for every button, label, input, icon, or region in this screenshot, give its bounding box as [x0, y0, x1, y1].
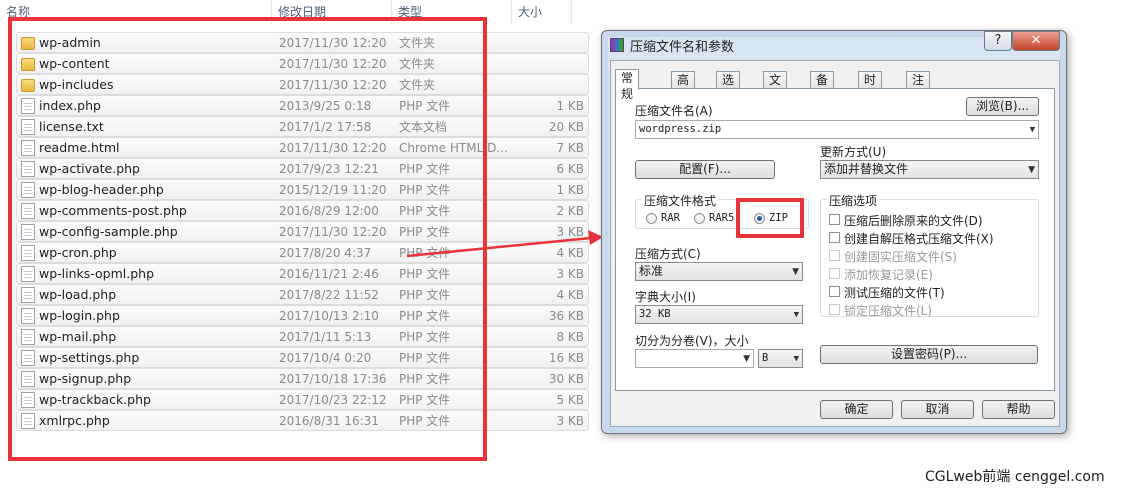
checkbox [829, 304, 840, 315]
checkbox-label: 锁定压缩文件(L) [844, 304, 933, 318]
file-size: 4 KB [556, 288, 584, 302]
file-size: 30 KB [548, 372, 584, 386]
checkbox-label: 测试压缩的文件(T) [844, 286, 945, 300]
options-group: 压缩选项 压缩后删除原来的文件(D) 创建自解压格式压缩文件(X) 创建固实压缩… [820, 192, 1039, 318]
watermark-text: CGLweb前端 cenggel.com [925, 469, 1105, 485]
archive-name-value: wordpress.zip [639, 123, 722, 135]
profiles-button[interactable]: 配置(F)... [635, 160, 775, 179]
winrar-icon [610, 38, 624, 52]
checkbox [829, 286, 840, 297]
archive-dialog: 压缩文件名和参数 ? ✕ 常规 高级 选项 文件 备份 时间 注释 压缩文件名(… [601, 30, 1067, 434]
file-size: 5 KB [556, 393, 584, 407]
file-size: 20 KB [548, 120, 584, 134]
set-password-button[interactable]: 设置密码(P)... [820, 345, 1038, 364]
method-label: 压缩方式(C) [635, 247, 701, 261]
chevron-down-icon: ▼ [1028, 165, 1035, 175]
archive-name-field[interactable]: wordpress.zip ▼ [635, 120, 1039, 139]
file-size: 7 KB [556, 141, 584, 155]
ok-button[interactable]: 确定 [820, 400, 893, 419]
tab-time[interactable]: 时间 [858, 71, 883, 103]
checkbox [829, 232, 840, 243]
file-size: 3 KB [556, 414, 584, 428]
options-group-title: 压缩选项 [827, 192, 880, 209]
column-header-size[interactable]: 大小 [512, 0, 572, 24]
file-size: 3 KB [556, 267, 584, 281]
general-tab-panel: 压缩文件名(A) 浏览(B)... wordpress.zip ▼ 更新方式(U… [615, 88, 1055, 391]
file-size: 36 KB [548, 309, 584, 323]
chevron-down-icon: ▼ [1029, 125, 1035, 135]
split-size-field[interactable]: ▼ [635, 349, 754, 368]
method-select[interactable]: 标准 ▼ [635, 262, 803, 281]
radio-label: RAR [661, 212, 680, 224]
dictionary-select[interactable]: 32 KB ▼ [635, 305, 803, 324]
tab-general[interactable]: 常规 [615, 69, 640, 101]
radio-dot [646, 213, 657, 224]
checkbox [829, 268, 840, 279]
split-unit-select[interactable]: B ▼ [758, 349, 803, 368]
tab-backup[interactable]: 备份 [810, 71, 835, 103]
checkbox-label: 压缩后删除原来的文件(D) [844, 214, 983, 228]
radio-dot [694, 213, 705, 224]
arrow-annotation [406, 230, 603, 258]
file-size: 16 KB [548, 351, 584, 365]
split-label: 切分为分卷(V)，大小 [635, 334, 749, 348]
dialog-titlebar[interactable]: 压缩文件名和参数 ? ✕ [602, 31, 1066, 59]
dictionary-value: 32 KB [639, 308, 671, 320]
chevron-down-icon: ▼ [793, 354, 799, 364]
tab-comment[interactable]: 注释 [906, 71, 931, 103]
checkbox [829, 214, 840, 225]
tab-files[interactable]: 文件 [763, 71, 788, 103]
checkbox [829, 250, 840, 261]
split-unit-value: B [762, 352, 769, 364]
chevron-down-icon: ▼ [792, 267, 799, 277]
chevron-down-icon: ▼ [743, 354, 750, 364]
method-value: 标准 [639, 264, 664, 278]
cancel-button[interactable]: 取消 [901, 400, 974, 419]
dialog-client: 常规 高级 选项 文件 备份 时间 注释 压缩文件名(A) 浏览(B)... w… [610, 60, 1060, 427]
titlebar-help-button[interactable]: ? [984, 31, 1012, 51]
file-size: 1 KB [556, 183, 584, 197]
chevron-down-icon: ▼ [793, 310, 799, 320]
archive-name-label: 压缩文件名(A) [635, 104, 713, 118]
file-size: 6 KB [556, 162, 584, 176]
highlight-box-zip [736, 198, 804, 238]
help-button[interactable]: 帮助 [982, 400, 1055, 419]
checkbox-label: 创建自解压格式压缩文件(X) [844, 232, 994, 246]
close-icon[interactable]: ✕ [1012, 31, 1060, 51]
dialog-title: 压缩文件名和参数 [630, 40, 735, 55]
tab-advanced[interactable]: 高级 [671, 71, 696, 103]
update-mode-value: 添加并替换文件 [824, 162, 909, 176]
tab-options[interactable]: 选项 [716, 71, 741, 103]
file-size: 8 KB [556, 330, 584, 344]
checkbox-label: 创建固实压缩文件(S) [844, 250, 957, 264]
update-mode-select[interactable]: 添加并替换文件 ▼ [820, 160, 1039, 179]
checkbox-label: 添加恢复记录(E) [844, 268, 933, 282]
update-mode-label: 更新方式(U) [820, 145, 887, 159]
file-size: 1 KB [556, 99, 584, 113]
format-group-title: 压缩文件格式 [642, 192, 719, 209]
dictionary-label: 字典大小(I) [635, 290, 696, 304]
radio-label: RAR5 [709, 212, 735, 224]
file-size: 2 KB [556, 204, 584, 218]
browse-button[interactable]: 浏览(B)... [966, 97, 1039, 116]
